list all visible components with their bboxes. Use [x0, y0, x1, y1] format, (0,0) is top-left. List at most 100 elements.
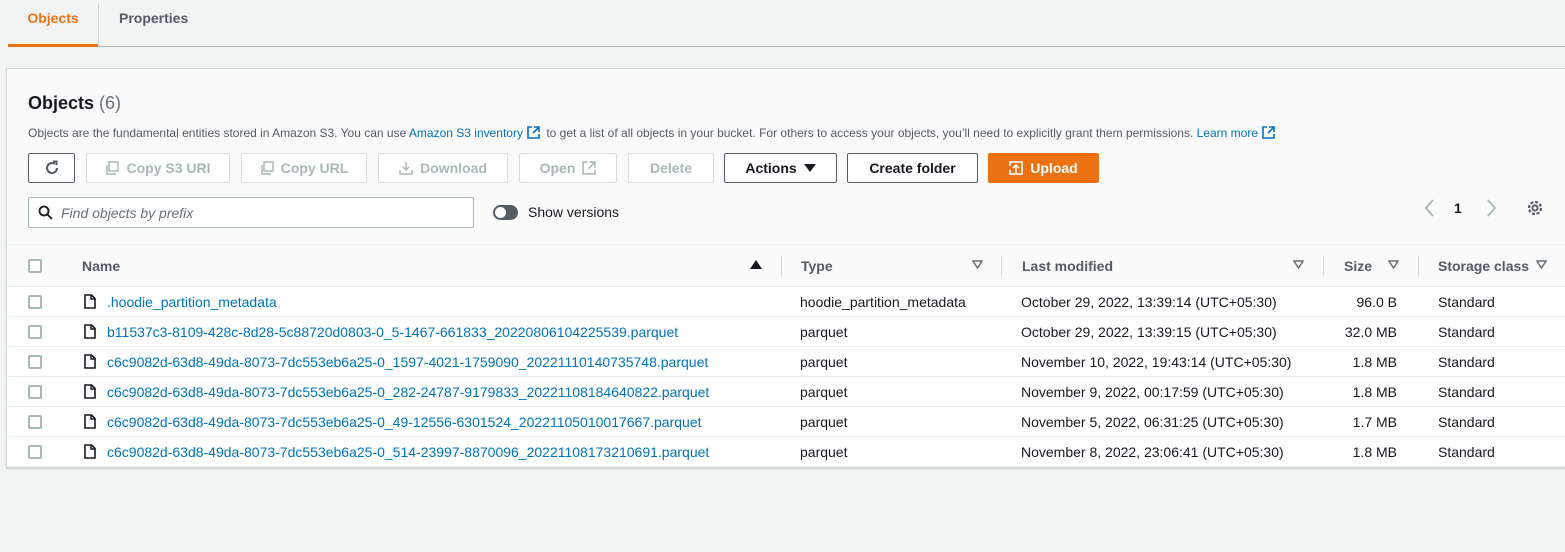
table-row[interactable]: .hoodie_partition_metadata hoodie_partiti… — [7, 287, 1565, 317]
tab-objects[interactable]: Objects — [8, 0, 98, 47]
object-size: 96.0 B — [1356, 294, 1397, 310]
copy-s3-uri-label: Copy S3 URI — [126, 160, 211, 176]
object-storage-class: Standard — [1438, 294, 1495, 310]
row-checkbox[interactable] — [28, 355, 42, 369]
sort-ascending-icon[interactable] — [750, 260, 762, 269]
file-icon — [84, 294, 96, 309]
search-box — [28, 197, 474, 228]
copy-url-label: Copy URL — [280, 160, 349, 176]
sort-icon[interactable] — [972, 260, 983, 269]
object-size: 1.8 MB — [1352, 384, 1397, 400]
table-header — [7, 245, 1565, 287]
panel-description: Objects are the fundamental entities sto… — [28, 126, 1278, 140]
upload-button[interactable]: Upload — [988, 153, 1099, 183]
object-last-modified: October 29, 2022, 13:39:14 (UTC+05:30) — [1021, 294, 1277, 310]
column-divider — [1418, 256, 1419, 276]
description-text-2: to get a list of all objects in your buc… — [542, 126, 1197, 140]
table-row[interactable]: c6c9082d-63d8-49da-8073-7dc553eb6a25-0_2… — [7, 377, 1565, 407]
chevron-right-icon[interactable] — [1483, 198, 1499, 218]
copy-icon — [106, 161, 120, 175]
download-button[interactable]: Download — [378, 153, 508, 183]
search-input[interactable] — [61, 198, 461, 227]
object-type: parquet — [800, 354, 848, 370]
row-checkbox[interactable] — [28, 325, 42, 339]
row-checkbox[interactable] — [28, 295, 42, 309]
download-label: Download — [420, 160, 487, 176]
search-icon — [38, 205, 53, 220]
object-last-modified: November 5, 2022, 06:31:25 (UTC+05:30) — [1021, 414, 1284, 430]
external-link-icon — [582, 161, 597, 175]
object-last-modified: November 9, 2022, 00:17:59 (UTC+05:30) — [1021, 384, 1284, 400]
upload-label: Upload — [1030, 160, 1078, 176]
object-name-link[interactable]: c6c9082d-63d8-49da-8073-7dc553eb6a25-0_4… — [107, 407, 702, 437]
column-header-size[interactable]: Size — [1344, 245, 1372, 287]
download-icon — [399, 162, 413, 175]
sort-icon[interactable] — [1388, 260, 1399, 269]
row-checkbox[interactable] — [28, 415, 42, 429]
object-storage-class: Standard — [1438, 414, 1495, 430]
object-type: parquet — [800, 444, 848, 460]
object-storage-class: Standard — [1438, 324, 1495, 340]
show-versions-toggle[interactable] — [493, 205, 518, 220]
copy-url-button[interactable]: Copy URL — [241, 153, 367, 183]
object-size: 1.8 MB — [1352, 444, 1397, 460]
actions-label: Actions — [745, 160, 797, 176]
object-storage-class: Standard — [1438, 384, 1495, 400]
file-icon — [84, 384, 96, 399]
object-size: 32.0 MB — [1344, 324, 1397, 340]
object-name-link[interactable]: c6c9082d-63d8-49da-8073-7dc553eb6a25-0_5… — [107, 437, 709, 467]
gear-icon[interactable] — [1525, 198, 1545, 218]
sort-icon[interactable] — [1293, 260, 1304, 269]
show-versions-label: Show versions — [528, 204, 620, 220]
chevron-left-icon[interactable] — [1422, 198, 1438, 218]
learn-more-link[interactable]: Learn more — [1197, 126, 1258, 140]
row-checkbox[interactable] — [28, 385, 42, 399]
select-all-checkbox[interactable] — [28, 259, 42, 273]
open-button[interactable]: Open — [519, 153, 617, 183]
file-icon — [84, 444, 96, 459]
object-name-link[interactable]: c6c9082d-63d8-49da-8073-7dc553eb6a25-0_1… — [107, 347, 708, 377]
column-header-name[interactable]: Name — [82, 245, 120, 287]
copy-icon — [260, 161, 274, 175]
tab-properties[interactable]: Properties — [99, 0, 208, 46]
caret-down-icon — [803, 164, 816, 172]
object-count: (6) — [99, 93, 122, 113]
object-last-modified: October 29, 2022, 13:39:15 (UTC+05:30) — [1021, 324, 1277, 340]
copy-s3-uri-button[interactable]: Copy S3 URI — [86, 153, 230, 183]
object-name-link[interactable]: c6c9082d-63d8-49da-8073-7dc553eb6a25-0_2… — [107, 377, 709, 407]
object-storage-class: Standard — [1438, 354, 1495, 370]
open-label: Open — [539, 160, 576, 176]
description-text-1: Objects are the fundamental entities sto… — [28, 126, 409, 140]
row-checkbox[interactable] — [28, 445, 42, 459]
object-name-link[interactable]: .hoodie_partition_metadata — [107, 287, 277, 317]
table-row[interactable]: c6c9082d-63d8-49da-8073-7dc553eb6a25-0_1… — [7, 347, 1565, 377]
delete-label: Delete — [649, 160, 693, 176]
table-row[interactable]: c6c9082d-63d8-49da-8073-7dc553eb6a25-0_5… — [7, 437, 1565, 467]
objects-panel: Objects (6) Objects are the fundamental … — [6, 68, 1565, 468]
column-header-type[interactable]: Type — [801, 245, 833, 287]
actions-button[interactable]: Actions — [724, 153, 837, 183]
table-row[interactable]: b11537c3-8109-428c-8d28-5c88720d0803-0_5… — [7, 317, 1565, 347]
object-type: parquet — [800, 384, 848, 400]
column-header-last-modified[interactable]: Last modified — [1022, 245, 1113, 287]
object-type: hoodie_partition_metadata — [800, 294, 966, 310]
external-link-icon — [527, 126, 540, 139]
file-icon — [84, 414, 96, 429]
file-icon — [84, 324, 96, 339]
object-type: parquet — [800, 324, 848, 340]
tab-bar: Objects Properties — [8, 0, 1565, 47]
object-name-link[interactable]: b11537c3-8109-428c-8d28-5c88720d0803-0_5… — [107, 317, 678, 347]
refresh-button[interactable] — [28, 153, 75, 183]
page-number[interactable]: 1 — [1454, 200, 1462, 216]
panel-title-text: Objects — [28, 93, 95, 113]
table-row[interactable]: c6c9082d-63d8-49da-8073-7dc553eb6a25-0_4… — [7, 407, 1565, 437]
column-header-storage-class[interactable]: Storage class — [1438, 245, 1529, 287]
create-folder-button[interactable]: Create folder — [847, 153, 978, 183]
object-size: 1.7 MB — [1352, 414, 1397, 430]
object-storage-class: Standard — [1438, 444, 1495, 460]
sort-icon[interactable] — [1536, 260, 1547, 269]
delete-button[interactable]: Delete — [628, 153, 714, 183]
object-type: parquet — [800, 414, 848, 430]
inventory-link[interactable]: Amazon S3 inventory — [409, 126, 523, 140]
refresh-icon — [45, 160, 58, 174]
